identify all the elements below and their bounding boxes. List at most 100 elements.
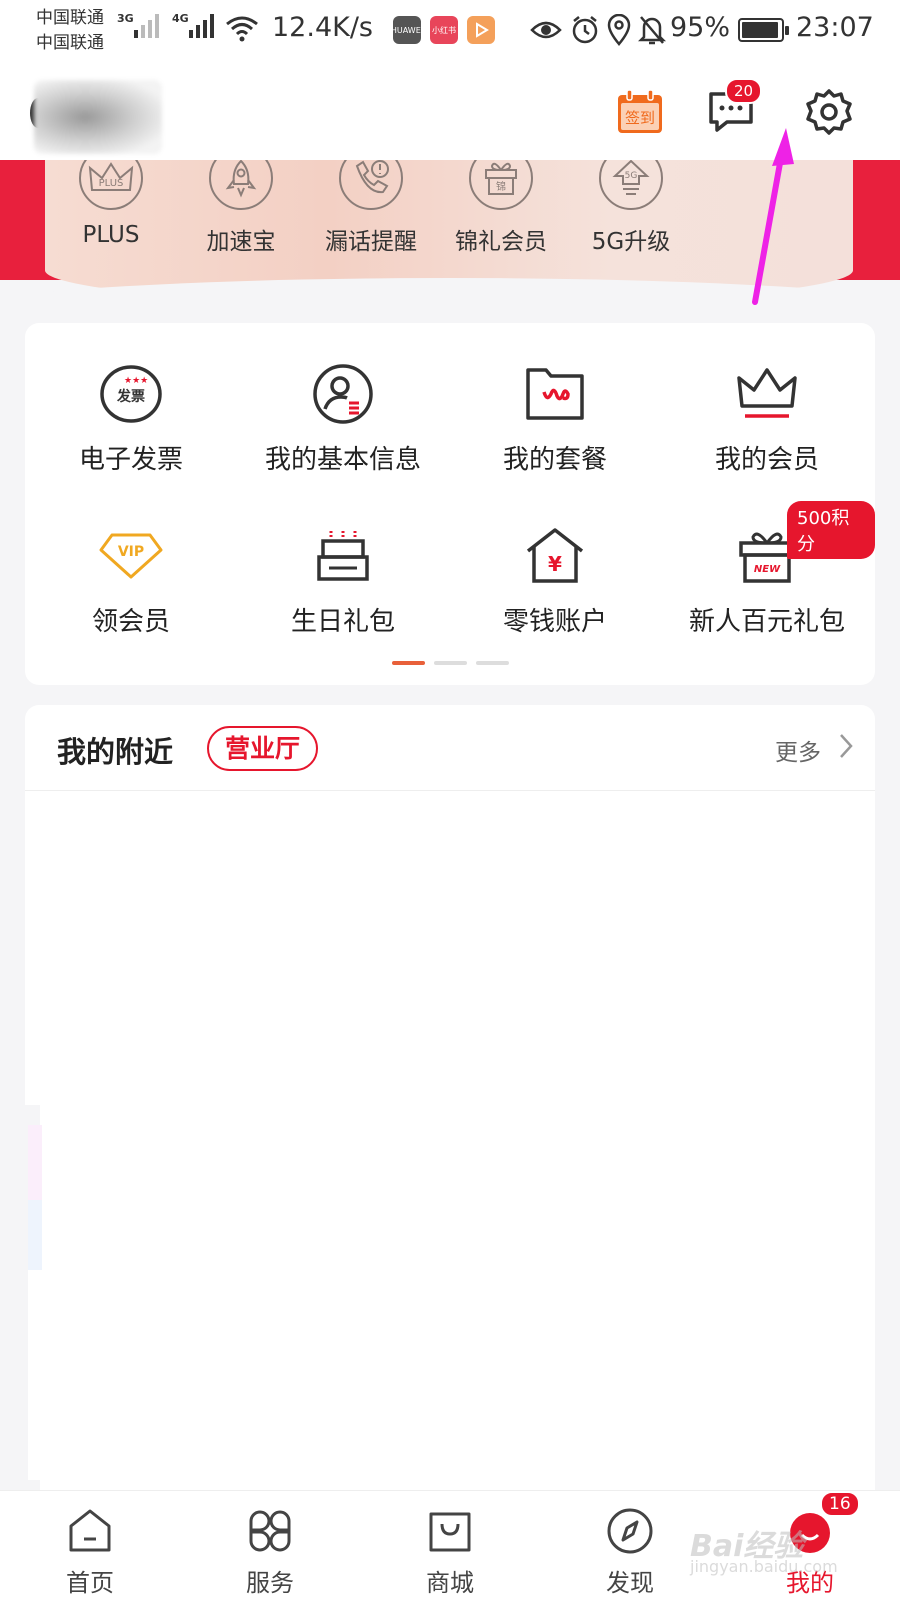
grid-item-change-account[interactable]: ¥ 零钱账户 xyxy=(449,523,661,638)
vip-diamond-icon: VIP xyxy=(99,533,163,579)
svg-text:锦: 锦 xyxy=(496,180,506,193)
compass-icon xyxy=(607,1508,653,1554)
points-badge: 500积分 xyxy=(787,501,875,559)
xiaohongshu-app-icon: 小红书 xyxy=(430,16,458,44)
signal-3g-icon: 3G xyxy=(117,12,159,38)
messages-button[interactable]: 20 xyxy=(705,78,763,138)
tab-label: 服务 xyxy=(246,1569,294,1597)
side-tint xyxy=(28,1200,42,1270)
message-badge: 20 xyxy=(725,78,763,104)
svg-text:发票: 发票 xyxy=(116,388,145,405)
battery-fill xyxy=(742,22,778,38)
grid-item-e-invoice[interactable]: ★★★ 发票 电子发票 xyxy=(25,361,237,476)
banner-label: 漏话提醒 xyxy=(325,229,417,255)
grid-item-label: 我的套餐 xyxy=(502,445,607,475)
video-app-icon xyxy=(467,16,495,44)
avatar[interactable] xyxy=(34,80,162,154)
grid-item-label: 零钱账户 xyxy=(502,607,607,637)
my-badge: 16 xyxy=(820,1491,860,1517)
page-dot xyxy=(434,661,467,665)
wallet-house-icon: ¥ xyxy=(526,528,584,583)
alarm-icon xyxy=(572,16,598,44)
carrier-2: 中国联通 xyxy=(36,33,104,53)
invoice-icon: ★★★ 发票 xyxy=(100,365,162,423)
grid-item-get-membership[interactable]: VIP 领会员 xyxy=(25,523,237,638)
quick-services-card: ★★★ 发票 电子发票 我的基本信息 我的套餐 我的会员 VIP 领会员 生日礼… xyxy=(25,323,875,685)
grid-item-label: 电子发票 xyxy=(78,445,183,475)
shopping-bag-icon xyxy=(429,1512,471,1552)
chevron-right-icon[interactable] xyxy=(839,733,853,759)
tab-services[interactable]: 服务 xyxy=(210,1505,330,1598)
svg-text:★★★: ★★★ xyxy=(124,376,148,386)
grid-item-basic-info[interactable]: 我的基本信息 xyxy=(237,361,449,476)
banner-item-gift-member[interactable]: 锦 锦礼会员 xyxy=(441,160,561,256)
grid-item-label: 我的基本信息 xyxy=(264,445,421,475)
settings-button[interactable] xyxy=(803,86,855,138)
more-link[interactable]: 更多 xyxy=(775,733,821,767)
svg-text:PLUS: PLUS xyxy=(99,178,124,189)
bottom-tab-bar: 首页 服务 商城 发现 我的 16 Bai经验 jingyan.baidu.co… xyxy=(0,1490,900,1600)
nearby-section: 我的附近 营业厅 更多 xyxy=(25,705,875,1105)
banner-item-accelerator[interactable]: 加速宝 xyxy=(181,160,301,256)
home-icon xyxy=(69,1509,111,1552)
svg-text:NEW: NEW xyxy=(754,564,781,575)
grid-item-label: 我的会员 xyxy=(714,445,819,475)
app-header: 签到 20 xyxy=(0,62,900,160)
wifi-icon xyxy=(226,16,258,42)
banner-item-plus[interactable]: PLUS PLUS xyxy=(51,160,171,248)
svg-text:VIP: VIP xyxy=(118,544,144,560)
page-dot xyxy=(476,661,509,665)
phone-alert-icon xyxy=(355,160,389,194)
side-tint xyxy=(28,1125,42,1200)
banner-label: PLUS xyxy=(82,222,140,248)
battery-icon xyxy=(738,18,789,42)
network-speed: 12.4K/s xyxy=(272,12,373,43)
grid-item-my-plan[interactable]: 我的套餐 xyxy=(449,361,661,476)
plan-folder-icon xyxy=(526,368,584,420)
5g-upgrade-icon: 5G xyxy=(612,160,650,195)
rocket-icon xyxy=(225,160,257,198)
tab-label: 商城 xyxy=(426,1569,474,1597)
banner-item-5g-upgrade[interactable]: 5G 5G升级 xyxy=(571,160,691,256)
page-indicator xyxy=(392,661,509,665)
profile-icon xyxy=(313,364,373,424)
carrier-labels: 中国联通 中国联通 xyxy=(36,6,104,56)
crown-plus-icon: PLUS xyxy=(88,162,134,191)
grid-item-label: 生日礼包 xyxy=(290,607,395,637)
page-dot-active xyxy=(392,661,425,665)
signal-4g-icon: 4G xyxy=(172,12,214,38)
tab-home[interactable]: 首页 xyxy=(30,1505,150,1598)
grid-item-my-membership[interactable]: 我的会员 xyxy=(661,361,873,476)
mute-bell-icon xyxy=(638,16,666,45)
checkin-label: 签到 xyxy=(625,109,655,127)
tab-discover[interactable]: 发现 xyxy=(570,1505,690,1598)
location-icon xyxy=(607,14,631,46)
svg-text:¥: ¥ xyxy=(548,552,562,576)
nearby-title: 我的附近 xyxy=(57,735,174,769)
carrier-1: 中国联通 xyxy=(36,8,104,28)
gear-icon xyxy=(806,89,852,135)
status-bar: 中国联通 中国联通 3G 4G 12.4K/s HUAWEI 小红书 95% 2… xyxy=(0,0,900,62)
watermark-url: jingyan.baidu.com xyxy=(690,1557,838,1576)
services-icon xyxy=(249,1510,291,1552)
tab-mall[interactable]: 商城 xyxy=(390,1505,510,1598)
membership-banner: PLUS PLUS 加速宝 漏话提醒 锦 锦礼会员 5G 5G升级 xyxy=(0,160,900,305)
birthday-cake-icon xyxy=(317,531,369,581)
grid-item-label: 新人百元礼包 xyxy=(688,607,845,637)
battery-percent: 95% xyxy=(670,12,731,43)
tab-label: 首页 xyxy=(66,1569,114,1597)
grid-item-birthday-gift[interactable]: 生日礼包 xyxy=(237,523,449,638)
grid-item-label: 领会员 xyxy=(91,607,170,637)
tab-label: 发现 xyxy=(606,1569,654,1597)
eye-icon xyxy=(530,21,562,39)
business-hall-tag[interactable]: 营业厅 xyxy=(207,726,319,771)
banner-item-missed-call[interactable]: 漏话提醒 xyxy=(311,160,431,256)
gift-box-icon: 锦 xyxy=(485,162,517,195)
checkin-button[interactable]: 签到 xyxy=(614,86,666,138)
calendar-checkin-icon: 签到 xyxy=(618,89,662,133)
banner-label: 5G升级 xyxy=(591,229,671,255)
banner-label: 加速宝 xyxy=(206,229,276,255)
crown-icon xyxy=(737,368,797,418)
clock: 23:07 xyxy=(796,12,874,43)
content-area-edge xyxy=(28,1270,43,1480)
